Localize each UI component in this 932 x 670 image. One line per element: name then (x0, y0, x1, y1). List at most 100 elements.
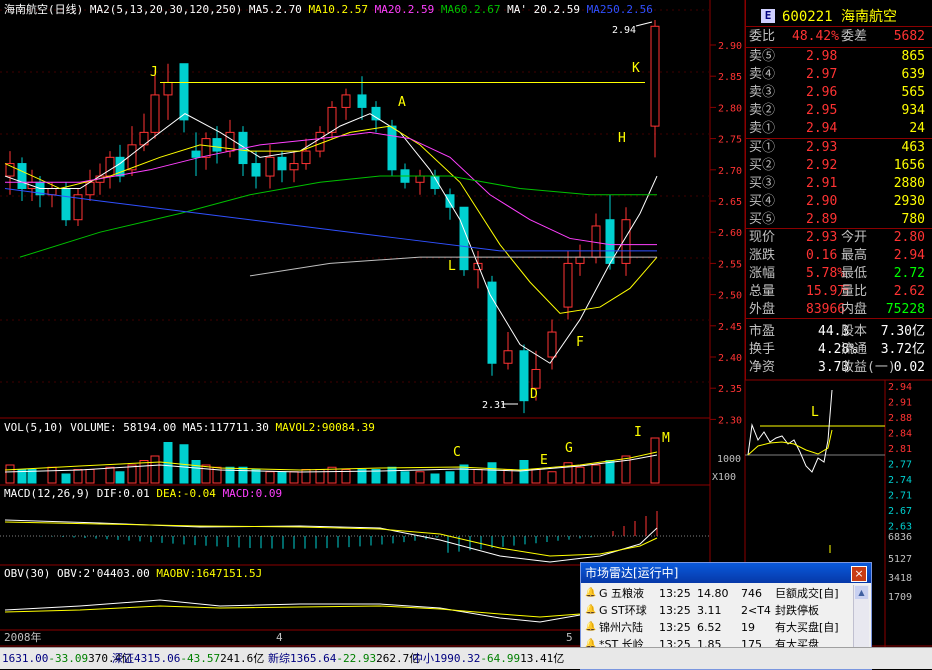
macd-title: MACD(12,26,9) (4, 487, 91, 500)
maobv-line (4, 603, 658, 618)
ask-volume: 865 (901, 49, 925, 64)
index-quote[interactable]: 中小1990.32-64.9913.41亿 (412, 648, 564, 669)
annotation-label: C (453, 445, 461, 460)
volume-bar (201, 464, 211, 484)
intraday-price-label: 2.94 (888, 382, 912, 393)
radar-name: 锦州六陆 (599, 621, 643, 634)
radar-time: 13:25 (659, 621, 691, 634)
ask-row: 卖③ 2.96 565 (746, 84, 932, 102)
stat-row: 市盈 44.3 股本 7.30亿 (746, 323, 932, 341)
annotation-label: L (448, 259, 456, 274)
stat-value: 2.93 (806, 230, 838, 245)
stat-label: 量比 (841, 284, 868, 299)
radar-row[interactable]: 🔔 G ST环球 13:25 3.11 2<T4 封跌停板 (585, 602, 847, 619)
radar-row[interactable]: 🔔 G 五粮液 13:25 14.80 746 巨额成交[自] (585, 585, 847, 602)
ask-price: 2.94 (806, 121, 838, 136)
stat-value: 7.30亿 (880, 324, 925, 339)
stat-value: 2.80 (893, 230, 925, 245)
bid-row: 买② 2.92 1656 (746, 157, 932, 175)
radar-price: 14.80 (697, 587, 729, 600)
bid-row: 买⑤ 2.89 780 (746, 211, 932, 229)
radar-row[interactable]: 🔔 锦州六陆 13:25 6.52 19 有大买盘[自] (585, 619, 847, 636)
date-axis-right: 5 (566, 631, 573, 644)
candle (301, 150, 311, 165)
ma60-line (19, 175, 657, 258)
chart-title: 海南航空(日线) (4, 3, 84, 16)
stat-value: 0.02 (893, 360, 925, 375)
candle (371, 106, 381, 121)
main-chart-title: 海南航空(日线) MA2(5,13,20,30,120,250) MA5.2.7… (4, 3, 653, 16)
intraday-price-label: 2.84 (888, 429, 912, 440)
ask-label: 卖④ (749, 67, 776, 82)
stat-label: 股本 (841, 324, 868, 339)
intraday-price-label: 2.88 (888, 413, 912, 424)
index-quote[interactable]: 深证4315.06-43.57241.6亿 (112, 648, 264, 669)
candle (17, 163, 27, 190)
ask-label: 卖⑤ (749, 49, 776, 64)
ma10-value: MA10.2.57 (308, 3, 369, 16)
bid-row: 买④ 2.90 2930 (746, 193, 932, 211)
price-axis-label: 2.80 (718, 103, 742, 114)
candle (289, 163, 299, 171)
ask-row: 卖④ 2.97 639 (746, 66, 932, 84)
volume-bar (387, 466, 397, 484)
volume-bar (277, 471, 287, 484)
volume-bar (265, 471, 275, 484)
candle (163, 81, 173, 96)
candle (191, 150, 201, 158)
bid-price: 2.91 (806, 176, 838, 191)
annotation-label: L (811, 405, 819, 420)
stat-label: 内盘 (841, 302, 868, 317)
candle (265, 156, 275, 177)
ask-volume: 565 (901, 85, 925, 100)
intraday-price-label: 2.74 (888, 475, 912, 486)
vol-title: VOL(5,10) (4, 421, 64, 434)
candle (459, 206, 469, 271)
ask-price: 2.97 (806, 67, 838, 82)
price-axis-label: 2.75 (718, 135, 742, 146)
stat-value: 0.16 (806, 248, 838, 263)
bid-price: 2.93 (806, 140, 838, 155)
bid-volume: 463 (901, 140, 925, 155)
ma250-value: MA250.2.56 (586, 3, 653, 16)
intraday-price-label: 2.63 (888, 522, 912, 533)
ask-price: 2.95 (806, 103, 838, 118)
stat-value: 5.78% (806, 266, 846, 281)
macd-value: MACD:0.09 (222, 487, 283, 500)
intraday-volume-label: 3418 (888, 573, 912, 584)
volume-bar (225, 466, 235, 484)
volume-bar (61, 473, 71, 484)
scroll-up-icon[interactable]: ▲ (855, 586, 868, 599)
bid-label: 买③ (749, 176, 776, 191)
ask-row: 卖⑤ 2.98 865 (746, 48, 932, 66)
dea-value: DEA:-0.04 (156, 487, 216, 500)
index-quote[interactable]: 新综1365.64-22.93262.7亿 (268, 648, 420, 669)
volume-bar (415, 471, 425, 484)
price-axis-label: 2.50 (718, 291, 742, 302)
volume-axis-label: 1000 (717, 454, 741, 465)
stat-value: 2.94 (893, 248, 925, 263)
candle (150, 94, 160, 133)
candle (487, 281, 497, 364)
candle (61, 188, 71, 221)
candle (251, 163, 261, 177)
close-icon[interactable]: × (851, 566, 867, 582)
volume-bar (503, 469, 513, 484)
bid-price: 2.92 (806, 158, 838, 173)
annotation-label: H (618, 131, 626, 146)
stock-code-name[interactable]: 600221 海南航空 (782, 6, 897, 26)
radar-name: G 五粮液 (599, 587, 645, 600)
volume-bar (238, 466, 248, 484)
stat-value: 75228 (885, 302, 925, 317)
ask-price: 2.98 (806, 49, 838, 64)
low-price-label: 2.31 (482, 400, 506, 411)
annotation-label: E (540, 453, 548, 468)
weibi-row: 委比 48.42% 委差 5682 (746, 28, 932, 46)
volume-chart-title: VOL(5,10) VOLUME: 58194.00 MA5:117711.30… (4, 421, 375, 434)
mavol2-value: MAVOL2:90084.39 (275, 421, 375, 434)
candle (575, 256, 585, 264)
bell-icon: 🔔 (585, 588, 597, 598)
ask-label: 卖② (749, 103, 776, 118)
maobv-value: MAOBV:1647151.5J (156, 567, 263, 580)
radar-titlebar[interactable]: 市场雷达[运行中] × (581, 563, 871, 583)
